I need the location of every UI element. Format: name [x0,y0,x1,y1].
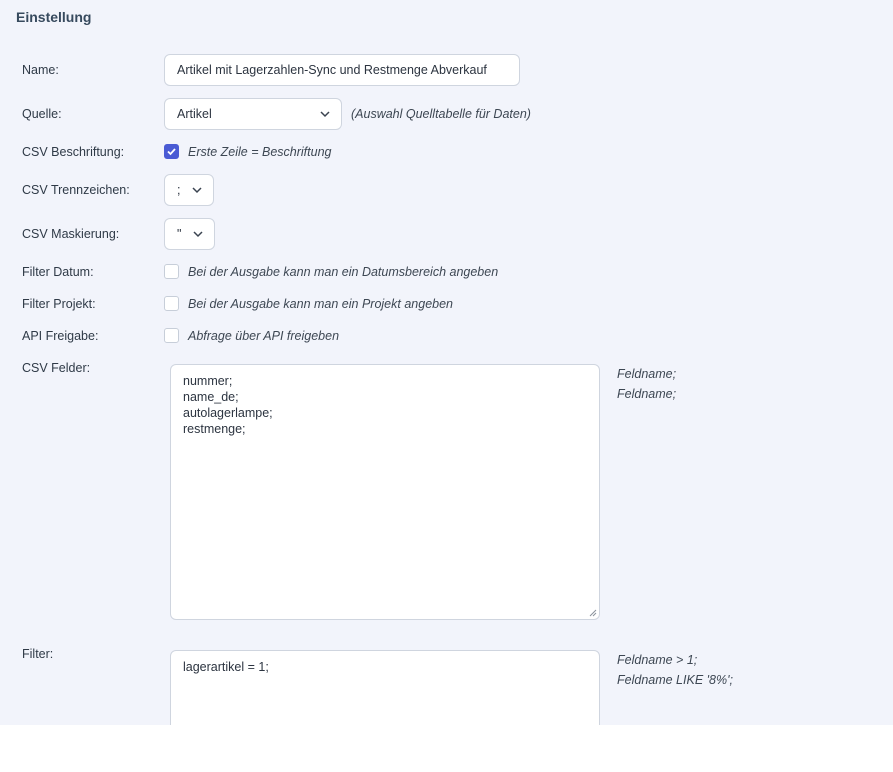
textarea-line: restmenge; [183,422,246,436]
quelle-label: Quelle: [22,107,62,121]
csv-felder-textarea[interactable]: nummer; name_de; autolagerlampe; restmen… [170,364,600,620]
textarea-line: autolagerlampe; [183,406,273,420]
settings-panel: Einstellung Name: Artikel mit Lagerzahle… [0,0,893,725]
resize-handle-icon[interactable] [589,609,597,617]
csv-felder-hint-2: Feldname; [617,387,677,401]
filter-projekt-label: Filter Projekt: [22,297,96,311]
csv-felder-label: CSV Felder: [22,361,91,375]
csv-beschriftung-hint: Erste Zeile = Beschriftung [188,145,332,159]
api-freigabe-checkbox[interactable] [164,328,179,343]
csv-maskierung-value: " [177,227,182,241]
csv-maskierung-label: CSV Maskierung: [22,227,120,241]
chevron-down-icon [193,231,203,238]
chevron-down-icon [320,111,330,118]
quelle-select[interactable]: Artikel [164,98,342,130]
filter-projekt-checkbox[interactable] [164,296,179,311]
textarea-line: nummer; [183,374,233,388]
quelle-hint: (Auswahl Quelltabelle für Daten) [351,107,531,121]
csv-trennzeichen-value: ; [177,183,181,197]
filter-hint-1: Feldname > 1; [617,653,698,667]
check-icon [167,148,176,156]
csv-maskierung-select[interactable]: " [164,218,215,250]
api-freigabe-hint: Abfrage über API freigeben [188,329,340,343]
api-freigabe-label: API Freigabe: [22,329,99,343]
section-title: Einstellung [16,9,92,25]
csv-beschriftung-checkbox[interactable] [164,144,179,159]
name-input[interactable]: Artikel mit Lagerzahlen-Sync und Restmen… [164,54,520,86]
name-label: Name: [22,63,59,77]
csv-felder-hint-1: Feldname; [617,367,677,381]
csv-trennzeichen-label: CSV Trennzeichen: [22,183,130,197]
csv-trennzeichen-select[interactable]: ; [164,174,214,206]
filter-datum-checkbox[interactable] [164,264,179,279]
filter-hint-2: Feldname LIKE '8%'; [617,673,733,687]
name-input-value: Artikel mit Lagerzahlen-Sync und Restmen… [177,63,487,77]
filter-textarea[interactable]: lagerartikel = 1; [170,650,600,725]
textarea-line: name_de; [183,390,239,404]
textarea-line: lagerartikel = 1; [183,660,269,674]
filter-datum-label: Filter Datum: [22,265,94,279]
filter-datum-hint: Bei der Ausgabe kann man ein Datumsberei… [188,265,499,279]
quelle-select-value: Artikel [177,107,212,121]
filter-label: Filter: [22,647,54,661]
filter-projekt-hint: Bei der Ausgabe kann man ein Projekt ang… [188,297,453,311]
chevron-down-icon [192,187,202,194]
csv-beschriftung-label: CSV Beschriftung: [22,145,125,159]
